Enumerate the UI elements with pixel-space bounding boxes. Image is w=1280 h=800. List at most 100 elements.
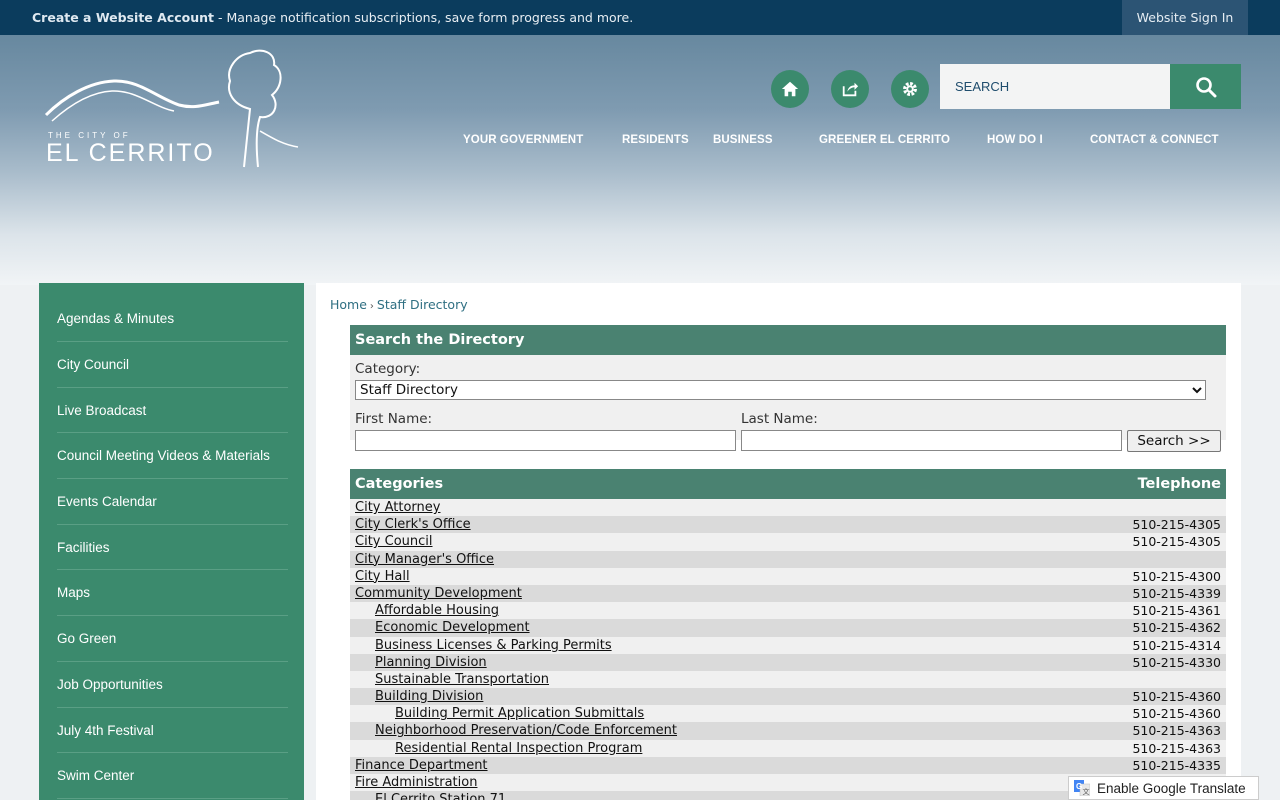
breadcrumb: Home › Staff Directory (330, 297, 468, 312)
breadcrumb-separator: › (369, 301, 374, 312)
gear-icon (903, 82, 917, 96)
site-search-input[interactable] (940, 64, 1170, 109)
category-row: City Council 510-215-4305 (350, 533, 1226, 551)
sidebar-item-council-meeting-videos[interactable]: Council Meeting Videos & Materials (57, 433, 288, 480)
last-name-field[interactable] (741, 430, 1122, 451)
account-message-text: - Manage notification subscriptions, sav… (214, 10, 634, 25)
sidebar-item-label: Facilities (57, 539, 110, 555)
sidebar-item-agendas-minutes[interactable]: Agendas & Minutes (57, 283, 288, 342)
category-link[interactable]: Economic Development (375, 619, 530, 636)
main-content: Home › Staff Directory Search the Director… (316, 283, 1241, 800)
category-telephone: 510-215-4360 (1132, 689, 1221, 705)
category-row: Finance Department 510-215-4335 (350, 756, 1226, 774)
category-row: City Clerk's Office 510-215-4305 (350, 516, 1226, 534)
nav-contact-connect[interactable]: CONTACT & CONNECT (1090, 134, 1219, 146)
category-link[interactable]: Finance Department (355, 757, 488, 774)
category-telephone: 510-215-4363 (1132, 723, 1221, 739)
city-logo[interactable]: THE CITY OF EL CERRITO (44, 47, 300, 172)
category-link[interactable]: Residential Rental Inspection Program (395, 740, 642, 757)
telephone-header-label: Telephone (1137, 476, 1221, 492)
nav-residents[interactable]: RESIDENTS (622, 134, 689, 146)
category-row: City Hall 510-215-4300 (350, 567, 1226, 585)
nav-how-do-i[interactable]: HOW DO I (987, 134, 1043, 146)
category-link[interactable]: Community Development (355, 585, 522, 602)
sidebar-item-go-green[interactable]: Go Green (57, 616, 288, 662)
category-link[interactable]: Building Permit Application Submittals (395, 705, 644, 722)
categories-header-label: Categories (355, 476, 444, 492)
share-icon (842, 82, 859, 97)
category-link[interactable]: City Council (355, 533, 433, 550)
sidebar-item-maps[interactable]: Maps (57, 570, 288, 617)
sidebar-item-label: Job Opportunities (57, 676, 163, 692)
category-link[interactable]: El Cerrito Station 71 (375, 791, 506, 800)
category-row: Sustainable Transportation (350, 670, 1226, 689)
breadcrumb-home-link[interactable]: Home (330, 297, 367, 312)
category-row: Affordable Housing 510-215-4361 (350, 602, 1226, 620)
category-row: Neighborhood Preservation/Code Enforceme… (350, 722, 1226, 740)
site-header: THE CITY OF EL CERRITO YOUR GOVERNMENT R… (0, 35, 1280, 285)
category-link[interactable]: Neighborhood Preservation/Code Enforceme… (375, 722, 677, 739)
category-link[interactable]: Sustainable Transportation (375, 671, 549, 688)
home-button[interactable] (771, 70, 809, 108)
category-telephone: 510-215-4305 (1132, 517, 1221, 533)
sidebar-item-facilities[interactable]: Facilities (57, 525, 288, 571)
category-row: City Attorney (350, 499, 1226, 517)
home-icon (781, 81, 799, 97)
first-name-label: First Name: (355, 411, 433, 427)
sidebar-item-events-calendar[interactable]: Events Calendar (57, 479, 288, 525)
svg-text:G: G (1076, 782, 1082, 791)
sign-in-button[interactable]: Website Sign In (1122, 0, 1248, 35)
nav-your-government[interactable]: YOUR GOVERNMENT (463, 134, 583, 146)
category-link[interactable]: Affordable Housing (375, 602, 499, 619)
settings-button[interactable] (891, 70, 929, 108)
directory-search-title: Search the Directory (350, 325, 1226, 355)
category-link[interactable]: City Attorney (355, 499, 440, 516)
first-name-field[interactable] (355, 430, 736, 451)
sidebar-item-label: Swim Center (57, 768, 135, 784)
breadcrumb-current-link[interactable]: Staff Directory (377, 297, 468, 312)
category-row: Business Licenses & Parking Permits 510-2… (350, 636, 1226, 654)
category-link[interactable]: City Manager's Office (355, 551, 494, 568)
sidebar-item-live-broadcast[interactable]: Live Broadcast (57, 388, 288, 434)
category-telephone: 510-215-4339 (1132, 585, 1221, 601)
sidebar-item-label: Maps (57, 585, 91, 601)
category-row: Economic Development 510-215-4362 (350, 619, 1226, 637)
category-select[interactable]: Staff Directory (355, 380, 1206, 400)
nav-greener-el-cerrito[interactable]: GREENER EL CERRITO (819, 134, 950, 146)
category-row: Residential Rental Inspection Program 510… (350, 739, 1226, 757)
create-account-link[interactable]: Create a Website Account (32, 10, 214, 25)
sidebar-item-label: Live Broadcast (57, 402, 147, 418)
main-navigation: YOUR GOVERNMENT RESIDENTS BUSINESS GREEN… (0, 134, 1280, 150)
category-link[interactable]: City Hall (355, 568, 410, 585)
sidebar-nav: Agendas & Minutes City Council Live Broa… (39, 283, 304, 800)
categories-table: Categories Telephone City Attorney City C… (350, 469, 1226, 800)
google-translate-button[interactable]: G 文 Enable Google Translate (1068, 776, 1259, 800)
sidebar-item-job-opportunities[interactable]: Job Opportunities (57, 662, 288, 708)
category-telephone: 510-215-4314 (1132, 637, 1221, 653)
category-row: Building Division 510-215-4360 (350, 688, 1226, 706)
category-link[interactable]: Planning Division (375, 654, 487, 671)
categories-header: Categories Telephone (350, 469, 1226, 499)
category-link[interactable]: Fire Administration (355, 774, 477, 791)
site-search-button[interactable] (1170, 64, 1241, 109)
category-telephone: 510-215-4305 (1132, 534, 1221, 550)
category-row: Building Permit Application Submittals 51… (350, 705, 1226, 723)
category-telephone: 510-215-4330 (1132, 654, 1221, 670)
category-label: Category: (355, 361, 421, 377)
nav-business[interactable]: BUSINESS (713, 134, 773, 146)
category-link[interactable]: City Clerk's Office (355, 516, 471, 533)
category-telephone: 510-215-4300 (1132, 568, 1221, 584)
share-button[interactable] (831, 70, 869, 108)
sidebar-item-label: Council Meeting Videos & Materials (57, 448, 270, 464)
directory-search-button[interactable]: Search >> (1127, 430, 1221, 452)
category-link[interactable]: Business Licenses & Parking Permits (375, 637, 612, 654)
sidebar-item-swim-center[interactable]: Swim Center (57, 753, 288, 799)
sidebar-item-city-council[interactable]: City Council (57, 342, 288, 388)
sidebar-item-july-4th-festival[interactable]: July 4th Festival (57, 708, 288, 754)
last-name-label: Last Name: (741, 411, 818, 427)
categories-rows: City Attorney City Clerk's Office 510-215-… (350, 499, 1226, 800)
top-notification-bar: Create a Website Account - Manage notifi… (0, 0, 1280, 35)
svg-text:文: 文 (1083, 787, 1090, 796)
sidebar-item-label: July 4th Festival (57, 722, 154, 738)
category-link[interactable]: Building Division (375, 688, 483, 705)
